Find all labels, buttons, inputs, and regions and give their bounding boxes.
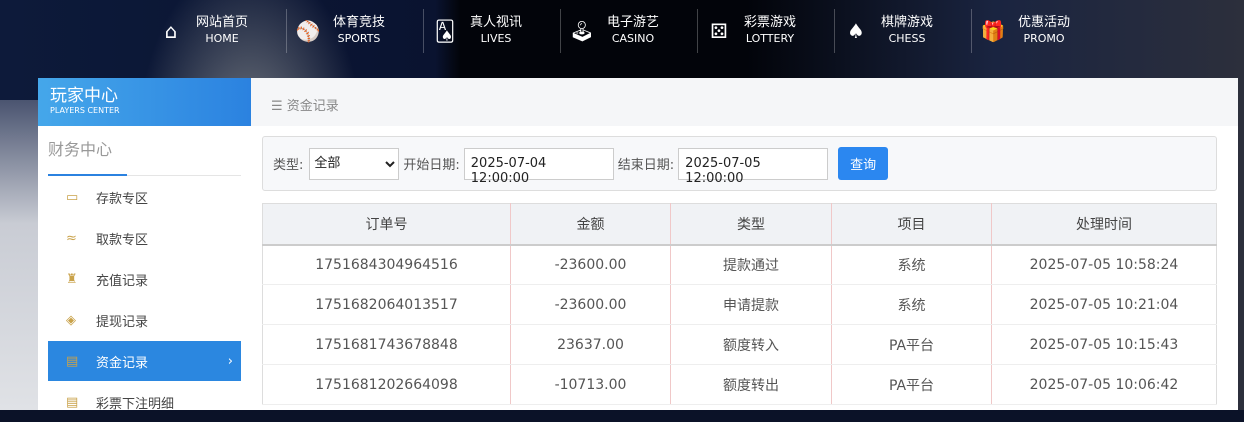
table-cell: 23637.00 (510, 324, 671, 365)
nav-item-chess[interactable]: ♠ 棋牌游戏 CHESS (835, 9, 972, 53)
nav-label: 体育竞技 (333, 15, 386, 30)
nav-item-sports[interactable]: ⚾ 体育竞技 SPORTS (287, 9, 424, 53)
table-row: 1751682064013517 -23600.00 申请提款 系统 2025-07-0… (262, 284, 1217, 325)
menu-icon: ☰ (271, 99, 287, 114)
sidebar-subtitle: PLAYERS CENTER (50, 106, 120, 115)
nav-item-lottery[interactable]: ⚄ 彩票游戏 LOTTERY (698, 9, 835, 53)
sidebar-menu: ▭ 存款专区 ≈ 取款专区 ♜ 充值记录 ◈ 提现记录 ▤ 资金记录 › ▤ 彩… (48, 177, 241, 422)
sidebar-item[interactable]: ◈ 提现记录 (48, 300, 241, 340)
table-cell: 1751681743678848 (262, 324, 511, 365)
joystick-icon: 🕹 (569, 19, 595, 43)
filter-bar: 类型: 全部 开始日期: 2025-07-04 12:00:00 结束日期: 2… (262, 136, 1217, 191)
table-cell: 2025-07-05 10:06:42 (991, 364, 1217, 405)
sidebar-item[interactable]: ▭ 存款专区 (48, 177, 241, 217)
table-cell: 2025-07-05 10:15:43 (991, 324, 1217, 365)
sidebar-item-label: 彩票下注明细 (96, 396, 175, 412)
table-row: 1751681743678848 23637.00 额度转入 PA平台 2025-07-… (262, 324, 1217, 365)
nav-item-lives[interactable]: 🂡 真人视讯 LIVES (424, 9, 561, 53)
cards-icon: 🂡 (434, 19, 456, 43)
column-header: 项目 (831, 203, 992, 246)
end-date-label: 结束日期: (617, 158, 675, 173)
table-cell: 额度转入 (670, 324, 832, 365)
spade-icon: ♠ (847, 19, 865, 43)
nav-sublabel: CHESS (888, 32, 926, 45)
gift-icon: 🎁 (980, 19, 1006, 43)
nav-sublabel: LIVES (480, 32, 512, 45)
nav-sublabel: CASINO (611, 32, 655, 45)
table-cell: 1751681202664098 (262, 364, 511, 405)
list-icon: ▤ (66, 394, 79, 410)
start-date-label: 开始日期: (403, 158, 460, 173)
sidebar-item[interactable]: ▤ 彩票下注明细 (48, 382, 241, 422)
table-cell: -10713.00 (510, 364, 671, 405)
table-cell: PA平台 (831, 324, 992, 365)
table-cell: 1751684304964516 (262, 244, 511, 285)
table-cell: -23600.00 (510, 244, 671, 285)
nav-label: 真人视讯 (470, 15, 523, 30)
column-header: 类型 (670, 203, 832, 246)
table-cell: -23600.00 (510, 284, 671, 325)
wallet-icon: ◈ (66, 312, 76, 328)
table-row: 1751684304964516 -23600.00 提款通过 系统 2025-07-0… (262, 244, 1217, 285)
table-cell: 申请提款 (670, 284, 832, 325)
table-cell: 系统 (831, 244, 992, 285)
money-bag-icon: ♜ (66, 271, 78, 287)
type-label: 类型: (273, 158, 304, 173)
nav-sublabel: HOME (205, 32, 239, 45)
sidebar-title: 玩家中心 (50, 86, 118, 106)
nav-item-promo[interactable]: 🎁 优惠活动 PROMO (972, 9, 1109, 53)
dice-icon: ⚄ (710, 19, 728, 43)
breadcrumb: ☰ 资金记录 (251, 78, 1238, 126)
column-header: 处理时间 (991, 203, 1217, 246)
sidebar-item-label: 取款专区 (96, 232, 149, 248)
table-cell: 额度转出 (670, 364, 832, 405)
nav-sublabel: LOTTERY (745, 32, 795, 45)
column-header: 金额 (510, 203, 671, 246)
table-cell: 系统 (831, 284, 992, 325)
sidebar-item[interactable]: ≈ 取款专区 (48, 218, 241, 258)
table-row: 1751681202664098 -10713.00 额度转出 PA平台 2025-07… (262, 364, 1217, 405)
nav-item-casino[interactable]: 🕹 电子游艺 CASINO (561, 9, 698, 53)
start-date-input[interactable]: 2025-07-04 12:00:00 (463, 147, 614, 186)
column-header: 订单号 (262, 203, 511, 246)
funds-table: 订单号 金额 类型 项目 处理时间 1751684304964516 -23600.00 提… (262, 203, 1217, 405)
table-cell: 2025-07-05 10:58:24 (991, 244, 1217, 285)
sidebar-item[interactable]: ▤ 资金记录 › (48, 341, 241, 381)
breadcrumb-label: 资金记录 (286, 99, 339, 114)
table-cell: 1751682064013517 (262, 284, 511, 325)
finance-center-heading: 财务中心 (48, 134, 241, 176)
table-cell: 2025-07-05 10:21:04 (991, 284, 1217, 325)
players-center-header: 玩家中心 PLAYERS CENTER (38, 78, 251, 126)
sidebar-item-label: 资金记录 (96, 355, 149, 371)
main-content: ☰ 资金记录 类型: 全部 开始日期: 2025-07-04 12:00:00 … (251, 78, 1238, 410)
nav-item-home[interactable]: ⌂ 网站首页 HOME (150, 9, 287, 53)
ball-icon: ⚾ (295, 19, 321, 43)
type-select[interactable]: 全部 (309, 147, 400, 180)
table-cell: 提款通过 (670, 244, 832, 285)
sidebar-item-label: 提现记录 (96, 314, 149, 330)
table-cell: PA平台 (831, 364, 992, 405)
nav-sublabel: PROMO (1023, 32, 1065, 45)
nav-label: 彩票游戏 (744, 15, 797, 30)
nav-label: 优惠活动 (1018, 15, 1071, 30)
sidebar-item-label: 存款专区 (96, 191, 149, 207)
funds-icon: ▤ (66, 353, 79, 369)
table-header-row: 订单号 金额 类型 项目 处理时间 (262, 203, 1217, 246)
home-icon: ⌂ (164, 19, 178, 43)
sidebar-item[interactable]: ♜ 充值记录 (48, 259, 241, 299)
top-nav: ⌂ 网站首页 HOME ⚾ 体育竞技 SPORTS 🂡 真人视讯 LIVES 🕹 电子… (150, 0, 1109, 78)
nav-label: 电子游艺 (607, 15, 660, 30)
background-glow (0, 100, 40, 410)
card-icon: ▭ (66, 189, 79, 205)
nav-sublabel: SPORTS (337, 32, 381, 45)
sidebar-item-label: 充值记录 (96, 273, 149, 289)
nav-label: 棋牌游戏 (881, 15, 934, 30)
search-button[interactable]: 查询 (838, 147, 889, 180)
hand-money-icon: ≈ (66, 230, 77, 246)
sidebar: 玩家中心 PLAYERS CENTER 财务中心 ▭ 存款专区 ≈ 取款专区 ♜… (38, 78, 251, 412)
end-date-input[interactable]: 2025-07-05 12:00:00 (678, 147, 829, 186)
nav-label: 网站首页 (196, 15, 249, 30)
chevron-right-icon: › (227, 353, 233, 369)
